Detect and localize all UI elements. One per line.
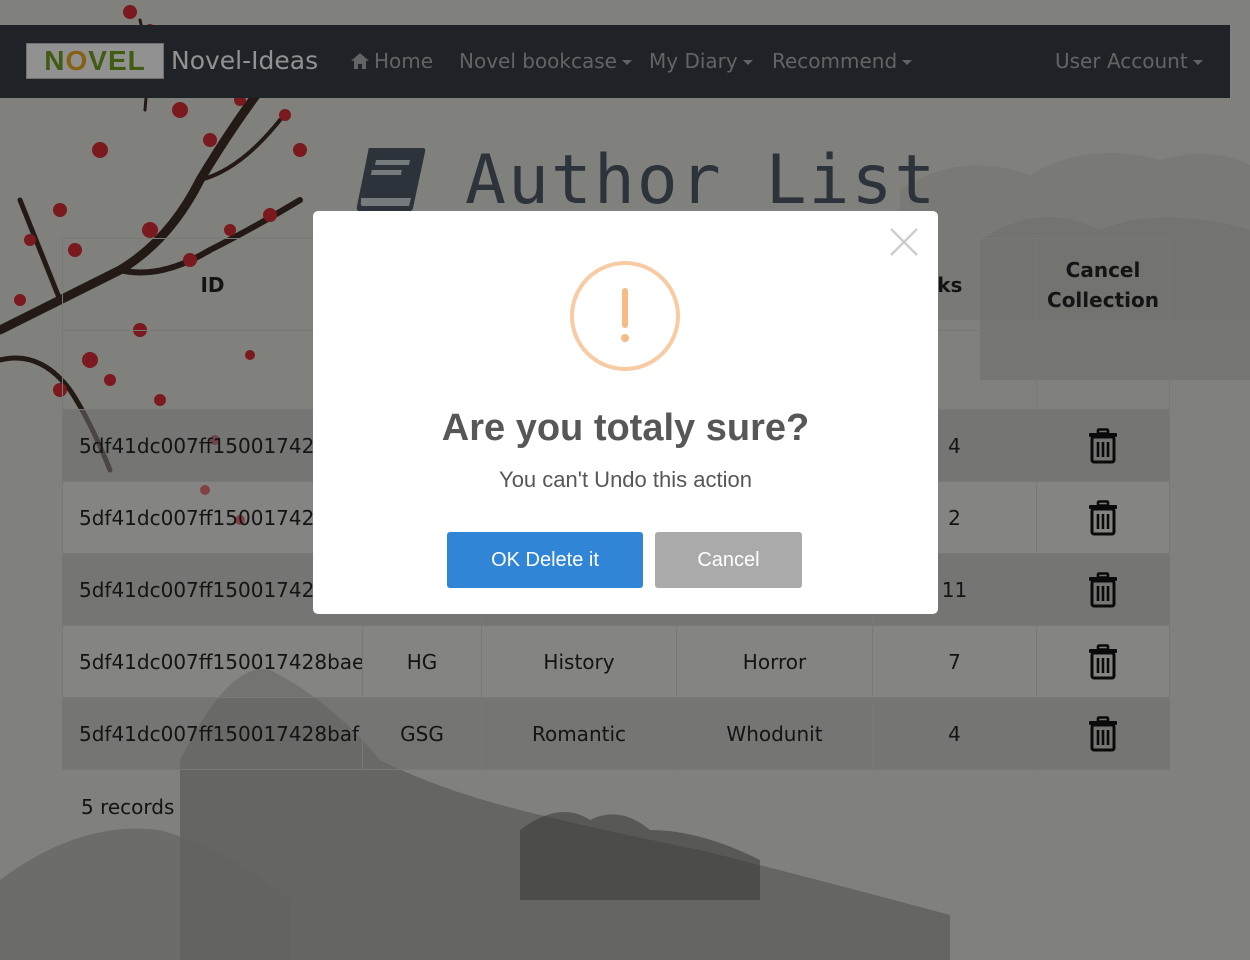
cancel-button[interactable]: Cancel xyxy=(655,532,802,588)
dialog-title: Are you totaly sure? xyxy=(441,407,810,449)
close-icon[interactable] xyxy=(888,226,920,258)
exclamation-icon xyxy=(621,288,629,342)
confirm-delete-dialog: Are you totaly sure? You can't Undo this… xyxy=(313,211,938,614)
warning-icon xyxy=(570,261,680,371)
confirm-delete-button[interactable]: OK Delete it xyxy=(447,532,643,588)
dialog-message: You can't Undo this action xyxy=(499,467,752,492)
